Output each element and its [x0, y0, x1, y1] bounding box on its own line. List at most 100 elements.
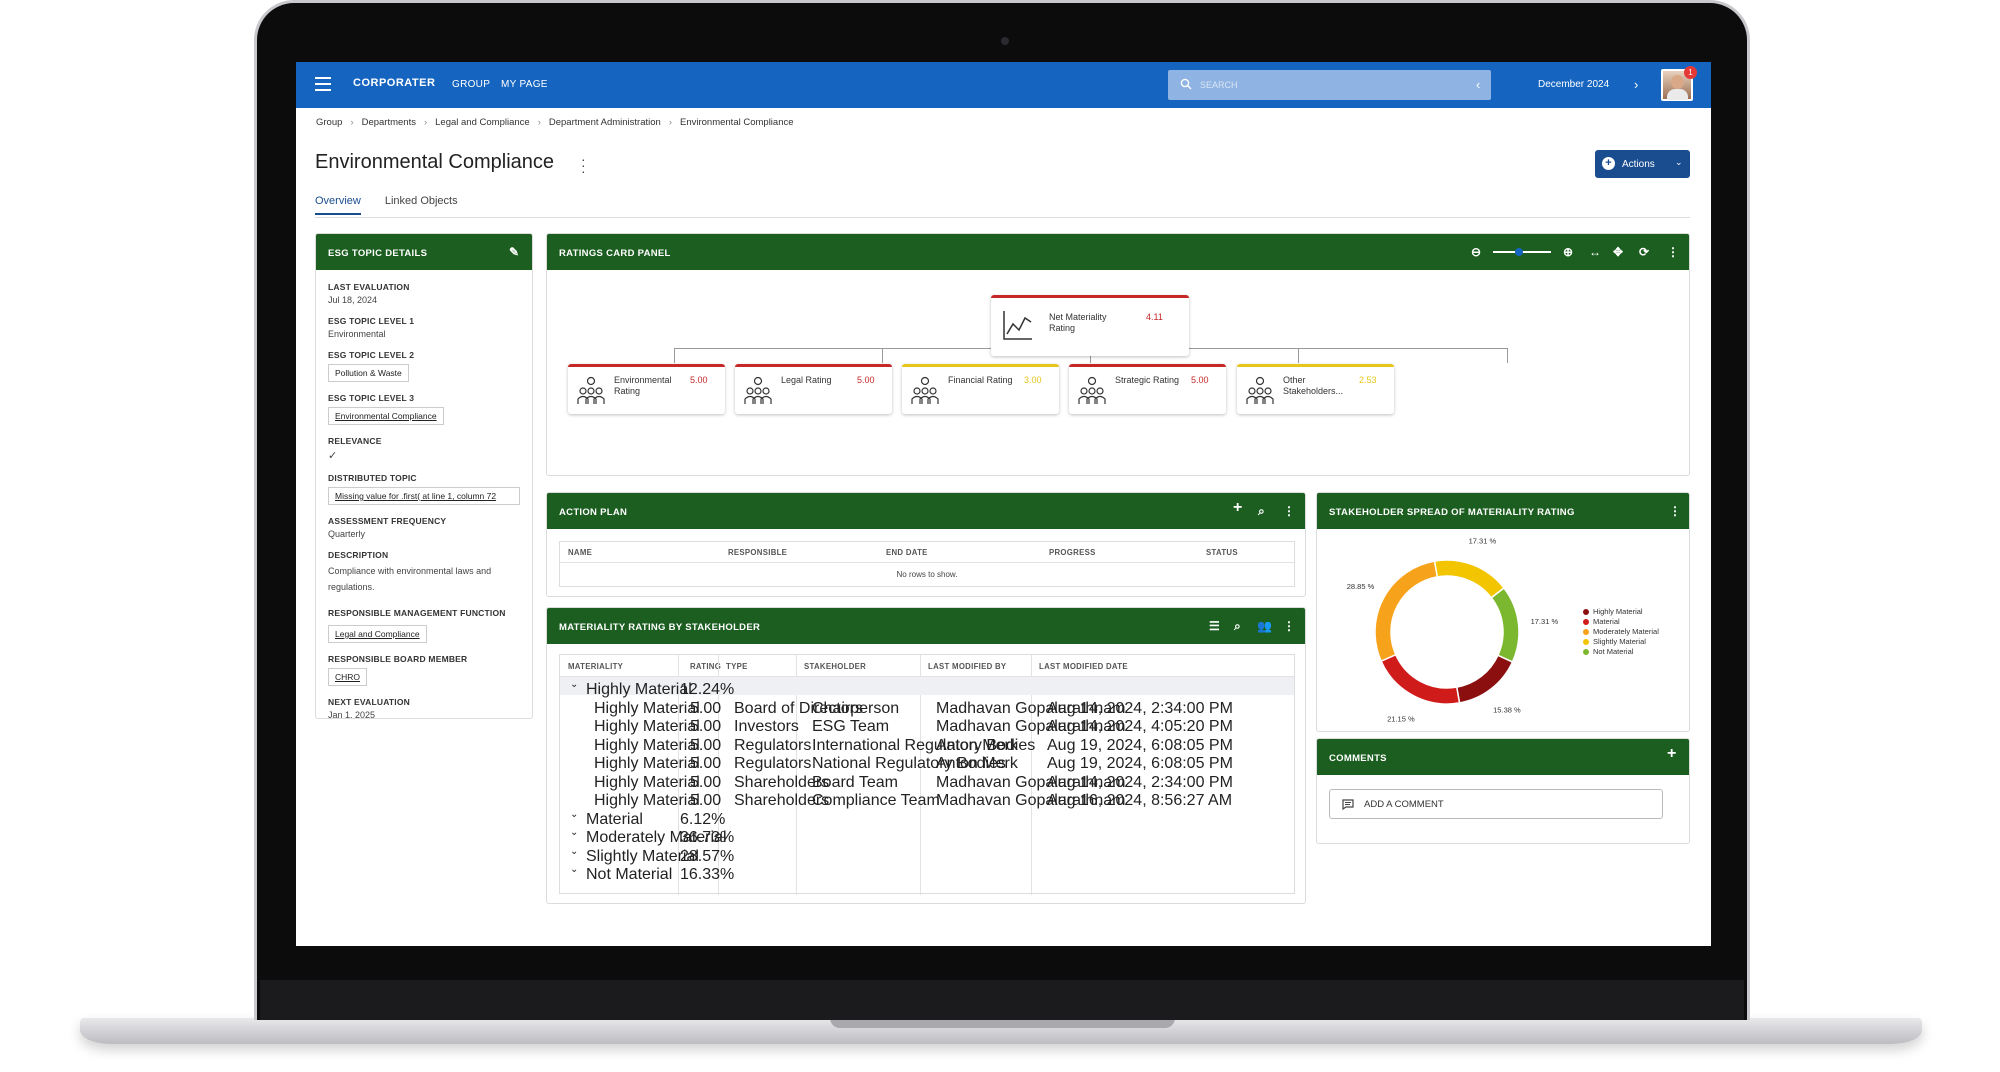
group-row[interactable]: ⌄ Moderately Material 36.73%	[560, 825, 1294, 846]
chevron-down-icon[interactable]: ⌄	[570, 846, 578, 857]
zoom-in-icon[interactable]: ⊕	[1563, 245, 1573, 259]
column-header[interactable]: TYPE	[726, 662, 748, 671]
legend-item[interactable]: Slightly Material	[1583, 637, 1659, 646]
edit-icon[interactable]: ✎	[509, 245, 519, 259]
table-row[interactable]: Highly Material 5.00 Regulators National Re…	[560, 751, 1294, 772]
actions-button[interactable]: + Actions ⌄	[1595, 150, 1690, 178]
column-header[interactable]: END DATE	[886, 548, 928, 557]
column-header[interactable]: RESPONSIBLE	[728, 548, 787, 557]
rating-node-1[interactable]: Environmental Rating 5.00	[568, 364, 725, 414]
group-row[interactable]: ⌄ Material 6.12%	[560, 807, 1294, 828]
zoom-slider-handle[interactable]	[1515, 248, 1523, 256]
legend-item[interactable]: Not Material	[1583, 647, 1659, 656]
rating-node-root[interactable]: Net Materiality Rating 4.11	[991, 295, 1189, 356]
more-vert-icon[interactable]: ⋮	[1283, 504, 1295, 518]
chevron-down-icon[interactable]: ⌄	[570, 809, 578, 820]
field-label: ESG TOPIC LEVEL 3	[328, 393, 415, 403]
legend-swatch	[1583, 618, 1589, 625]
field-label: RESPONSIBLE MANAGEMENT FUNCTION	[328, 608, 506, 618]
management-function-chip[interactable]: Legal and Compliance	[328, 625, 427, 643]
menu-icon[interactable]	[315, 77, 331, 91]
fit-width-icon[interactable]: ↔	[1589, 245, 1601, 259]
panel-header: RATINGS CARD PANEL ⊖ ⊕ ↔ ✥ ⟳ ⋮	[547, 234, 1689, 270]
breadcrumb-legal[interactable]: Legal and Compliance	[435, 117, 530, 128]
zoom-out-icon[interactable]: ⊖	[1471, 245, 1481, 259]
donut-slice-material[interactable]	[1380, 653, 1461, 705]
column-header[interactable]: NAME	[568, 548, 592, 557]
column-header[interactable]: STAKEHOLDER	[804, 662, 866, 671]
next-evaluation-value: Jan 1, 2025	[328, 710, 376, 719]
chevron-down-icon[interactable]: ⌄	[570, 827, 578, 838]
donut-slice-moderately-material[interactable]	[1374, 560, 1439, 663]
column-header[interactable]: LAST MODIFIED BY	[928, 662, 1006, 671]
panel-header: STAKEHOLDER SPREAD OF MATERIALITY RATING…	[1317, 493, 1689, 529]
breadcrumb-departments[interactable]: Departments	[362, 117, 416, 128]
distributed-topic-chip[interactable]: Missing value for .first( at line 1, col…	[328, 487, 520, 505]
legend-item[interactable]: Material	[1583, 617, 1659, 626]
group-row[interactable]: ⌄ Not Material 16.33%	[560, 862, 1294, 883]
table-row[interactable]: Highly Material 5.00 Shareholders Board Tea…	[560, 770, 1294, 791]
column-header[interactable]: LAST MODIFIED DATE	[1039, 662, 1128, 671]
table-row[interactable]: Highly Material 5.00 Board of Directors Cha…	[560, 696, 1294, 717]
tab-overview[interactable]: Overview	[315, 195, 361, 215]
nav-group[interactable]: GROUP	[452, 79, 490, 90]
column-header[interactable]: RATING	[690, 662, 721, 671]
board-member-chip[interactable]: CHRO	[328, 668, 368, 686]
tree-connector	[882, 348, 883, 363]
legend-label: Material	[1593, 617, 1620, 626]
move-icon[interactable]: ✥	[1613, 245, 1623, 259]
add-comment-button[interactable]: ADD A COMMENT	[1329, 789, 1663, 819]
rating-node-3[interactable]: Financial Rating 3.00	[902, 364, 1059, 414]
empty-table-message: No rows to show.	[896, 570, 958, 579]
filter-icon[interactable]: ☰	[1209, 619, 1220, 633]
search-box[interactable]	[1168, 70, 1491, 100]
search-icon[interactable]: ⌕	[1258, 504, 1265, 518]
chevron-left-icon[interactable]: ‹	[1476, 77, 1480, 92]
group-row[interactable]: ⌄ Highly Material 12.24%	[560, 677, 1294, 698]
group-row[interactable]: ⌄ Slightly Material 28.57%	[560, 844, 1294, 865]
rating-node-2[interactable]: Legal Rating 5.00	[735, 364, 892, 414]
more-vert-icon[interactable]: ⋮	[1667, 245, 1679, 259]
table-row[interactable]: Highly Material 5.00 Investors ESG Team Madh…	[560, 714, 1294, 735]
cell-materiality: Not Material	[586, 866, 673, 883]
add-icon[interactable]: +	[1233, 500, 1243, 516]
period-selector[interactable]: December 2024	[1538, 79, 1609, 90]
esg-level2-chip[interactable]: Pollution & Waste	[328, 364, 409, 382]
donut-data-label: 17.31 %	[1531, 617, 1559, 626]
more-vert-icon[interactable]: ⋮	[1283, 619, 1295, 633]
table-row[interactable]: Highly Material 5.00 Regulators Internation…	[560, 733, 1294, 754]
rating-node-4[interactable]: Strategic Rating 5.00	[1069, 364, 1226, 414]
search-icon[interactable]: ⌕	[1234, 619, 1241, 633]
legend-item[interactable]: Moderately Material	[1583, 627, 1659, 636]
breadcrumb-dept-admin[interactable]: Department Administration	[549, 117, 661, 128]
column-header[interactable]: STATUS	[1206, 548, 1238, 557]
app-logo[interactable]: CORPORATER	[353, 77, 435, 89]
field-label: DESCRIPTION	[328, 550, 389, 560]
chevron-down-icon[interactable]: ⌄	[570, 679, 578, 690]
last-evaluation-value: Jul 18, 2024	[328, 295, 378, 305]
tab-linked-objects[interactable]: Linked Objects	[385, 195, 458, 215]
chevron-right-icon[interactable]: ›	[1634, 77, 1638, 92]
breadcrumb-group[interactable]: Group	[316, 117, 342, 128]
rating-node-value: 5.00	[1191, 375, 1209, 385]
esg-level3-chip[interactable]: Environmental Compliance	[328, 407, 444, 425]
rating-node-5[interactable]: Other Stakeholders... 2.53	[1237, 364, 1394, 414]
legend-item[interactable]: Highly Material	[1583, 607, 1659, 616]
refresh-icon[interactable]: ⟳	[1639, 245, 1649, 259]
more-vert-icon[interactable]: ⋮	[1669, 504, 1681, 518]
chevron-down-icon[interactable]: ⌄	[570, 864, 578, 875]
column-header[interactable]: PROGRESS	[1049, 548, 1096, 557]
add-icon[interactable]: +	[1667, 746, 1677, 762]
donut-slice-not-material[interactable]	[1490, 586, 1520, 664]
user-group-icon[interactable]: 👥	[1257, 619, 1272, 633]
search-input[interactable]	[1200, 77, 1480, 93]
notification-badge[interactable]: 1	[1684, 66, 1697, 79]
table-row[interactable]: Highly Material 5.00 Shareholders Complianc…	[560, 788, 1294, 809]
field-label: DISTRIBUTED TOPIC	[328, 473, 417, 483]
title-more-icon[interactable]: · · ·	[581, 152, 586, 178]
rating-node-value: 5.00	[690, 375, 708, 385]
donut-slice-slightly-material[interactable]	[1433, 559, 1506, 599]
column-header[interactable]: MATERIALITY	[568, 662, 623, 671]
nav-my-page[interactable]: MY PAGE	[501, 79, 548, 90]
donut-slice-highly-material[interactable]	[1455, 654, 1514, 704]
